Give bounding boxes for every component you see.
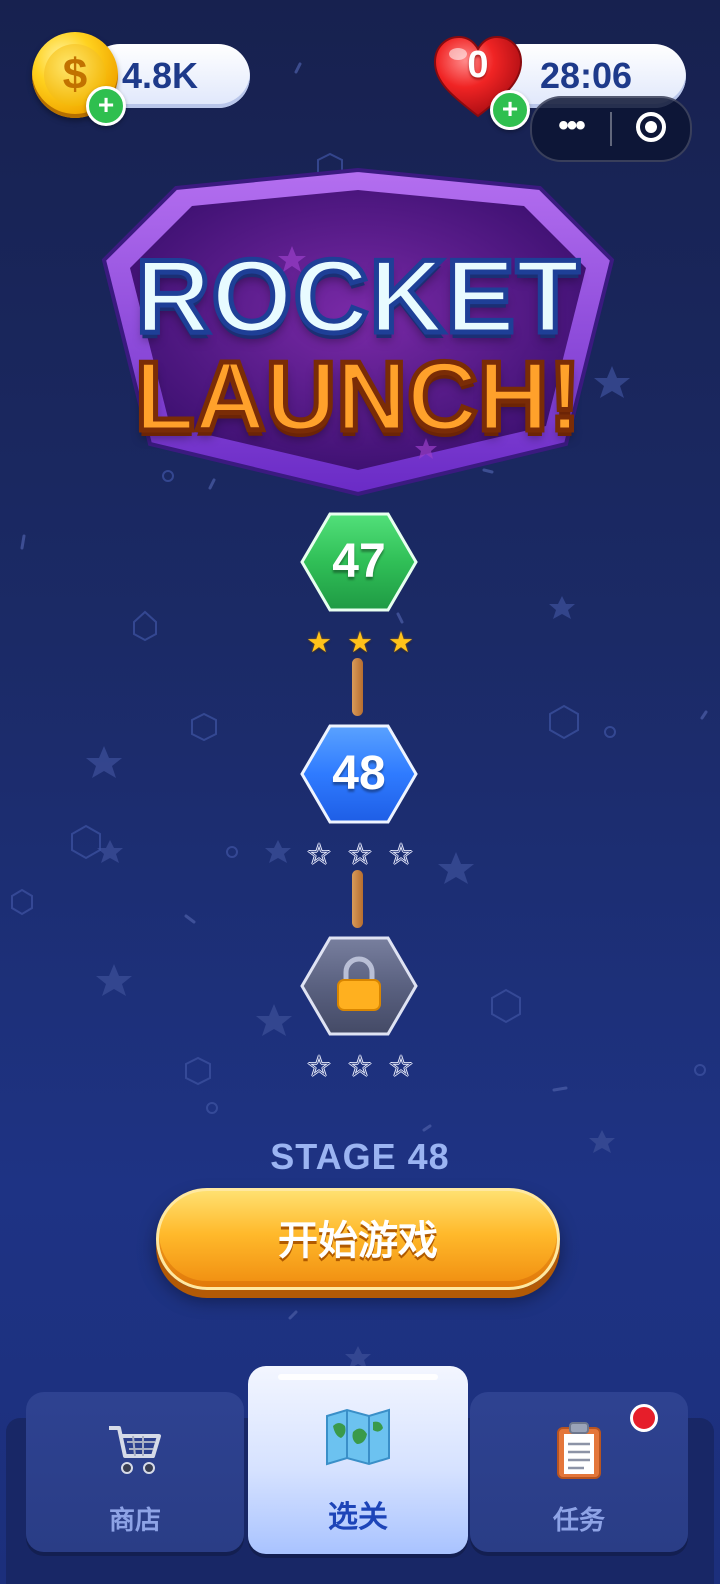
more-menu-button[interactable]: ••• [532,98,610,160]
coin-amount: 4.8K [122,55,199,96]
star-outline-icon: ☆ [306,1051,332,1083]
capsule-divider [610,112,612,146]
map-icon [326,1408,390,1466]
close-miniprogram-icon[interactable] [636,112,666,142]
level-node-47[interactable]: 47 [300,510,418,614]
star-outline-icon: ☆ [347,1051,373,1083]
logo-title-line2: LAUNCH! [132,339,583,454]
path-connector [352,870,363,928]
tab-level-select[interactable]: 选关 [248,1366,468,1554]
start-game-button[interactable]: 开始游戏 [156,1188,560,1290]
locked-level-stars: ☆ ☆ ☆ [306,1052,414,1082]
locked-hexagon-icon [300,936,418,1036]
star-outline-icon: ☆ [388,1051,414,1083]
tab-label: 选关 [328,1501,388,1534]
lives-count: 0 [467,44,489,86]
tab-label: 商店 [108,1505,161,1535]
star-outline-icon: ☆ [388,839,414,871]
active-tab-highlight [278,1374,438,1380]
level-number: 47 [332,535,386,588]
level-47-stars: ★ ★ ★ [306,628,414,658]
level-48-stars: ☆ ☆ ☆ [306,840,414,870]
miniprogram-capsule: ••• [530,96,692,162]
star-icon: ★ [388,627,414,659]
stage-label: STAGE 48 [270,1136,450,1177]
level-number: 48 [332,747,386,800]
star-outline-icon: ☆ [347,839,373,871]
path-connector [352,658,363,716]
star-outline-icon: ☆ [306,839,332,871]
level-node-locked[interactable] [300,934,418,1038]
add-lives-button[interactable]: + [490,90,530,130]
notification-badge [630,1404,658,1432]
star-icon: ★ [347,627,373,659]
star-icon: ★ [306,627,332,659]
tab-shop[interactable]: 商店 [26,1392,244,1552]
clipboard-icon [557,1422,601,1479]
tab-label: 任务 [552,1505,605,1535]
shopping-cart-icon [109,1426,161,1474]
level-node-48[interactable]: 48 [300,722,418,826]
add-coins-button[interactable]: + [86,86,126,126]
